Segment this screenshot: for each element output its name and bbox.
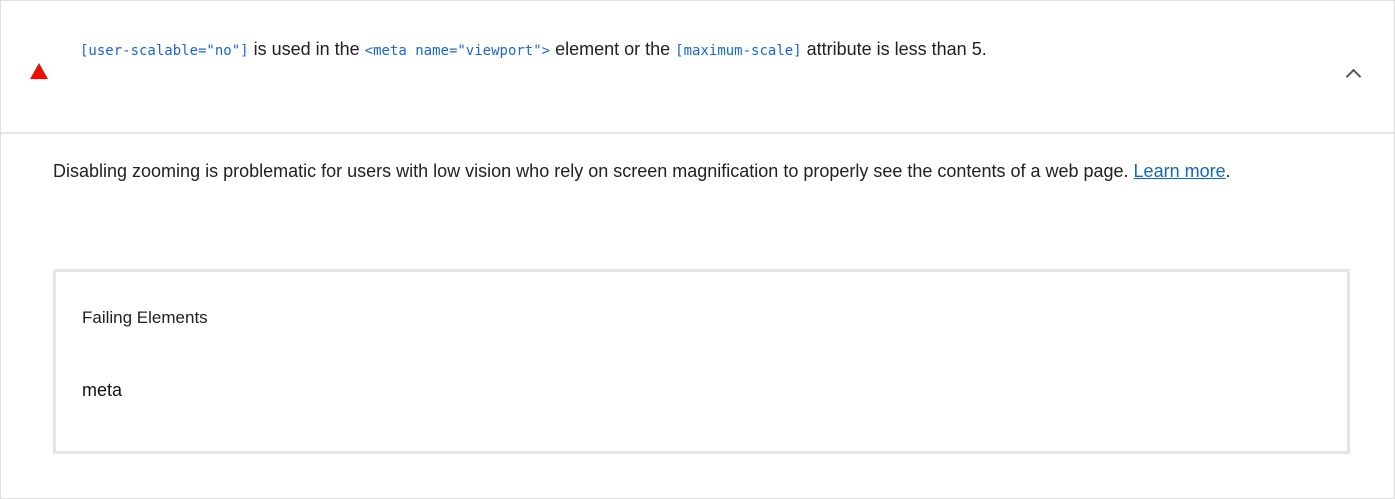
code-user-scalable: [user-scalable="no"] xyxy=(80,43,249,59)
title-text-1: is used in the xyxy=(248,39,365,59)
warning-triangle-icon xyxy=(30,63,48,79)
audit-title: [user-scalable="no"] is used in the <met… xyxy=(80,31,1320,69)
learn-more-link[interactable]: Learn more xyxy=(1134,161,1226,181)
description-text: Disabling zooming is problematic for use… xyxy=(53,161,1134,181)
audit-body: Disabling zooming is problematic for use… xyxy=(53,153,1353,190)
title-text-2: element or the xyxy=(550,39,676,59)
code-maximum-scale: [maximum-scale] xyxy=(675,43,802,59)
chevron-up-icon[interactable] xyxy=(1345,68,1362,85)
audit-panel: [user-scalable="no"] is used in the <met… xyxy=(0,0,1395,499)
description-end: . xyxy=(1225,161,1231,181)
audit-header[interactable]: [user-scalable="no"] is used in the <met… xyxy=(1,1,1394,134)
code-meta-viewport: <meta name="viewport"> xyxy=(364,43,551,59)
title-text-3: attribute is less than 5. xyxy=(801,39,987,59)
failing-elements-header: Failing Elements xyxy=(82,308,208,327)
audit-description: Disabling zooming is problematic for use… xyxy=(53,153,1353,190)
failing-element-row: meta xyxy=(82,380,123,400)
failing-elements-table: Failing Elements meta xyxy=(53,269,1350,454)
